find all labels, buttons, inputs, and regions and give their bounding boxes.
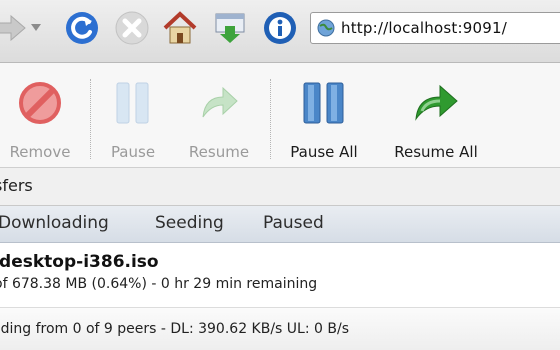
download-icon[interactable] [210,6,250,50]
dropdown-arrow-icon[interactable] [26,6,46,50]
address-text: http://localhost:9091/ [341,19,507,37]
remove-icon [8,77,72,129]
resume-all-label: Resume All [394,143,478,161]
torrent-peer-status: ading from 0 of 9 peers - DL: 390.62 KB/… [0,321,349,337]
tab-paused[interactable]: Paused [263,213,324,233]
pause-all-label: Pause All [290,143,358,161]
globe-icon [317,19,335,37]
section-title: sfers [0,176,33,195]
pause-button[interactable]: Pause [104,77,162,161]
pause-all-icon [284,77,364,129]
transfers-header: sfers [0,168,560,206]
stop-icon[interactable] [112,6,152,50]
resume-label: Resume [188,143,250,161]
pause-label: Pause [110,143,156,161]
tab-seeding[interactable]: Seeding [155,213,224,233]
resume-all-icon [388,77,484,129]
filter-bar: Downloading Seeding Paused [0,206,560,243]
torrent-name: -desktop-i386.iso [0,252,159,272]
torrent-row[interactable]: -desktop-i386.iso of 678.38 MB (0.64%) -… [0,243,560,308]
info-icon[interactable] [260,6,300,50]
tab-downloading[interactable]: Downloading [0,213,109,233]
pause-all-button[interactable]: Pause All [284,77,364,161]
torrent-status-row: ading from 0 of 9 peers - DL: 390.62 KB/… [0,308,560,350]
resume-all-button[interactable]: Resume All [388,77,484,161]
browser-toolbar: http://localhost:9091/ [0,0,560,63]
remove-button[interactable]: Remove [8,77,72,161]
separator [270,79,271,159]
pause-icon [104,77,162,129]
torrent-progress-text: of 678.38 MB (0.64%) - 0 hr 29 min remai… [0,276,318,292]
refresh-icon[interactable] [62,6,102,50]
transmission-toolbar: Remove Pause Resume Pause All Resume All [0,63,560,168]
resume-button[interactable]: Resume [184,77,254,161]
remove-label: Remove [9,143,71,161]
resume-icon [184,77,254,129]
separator [90,79,91,159]
home-icon[interactable] [160,6,200,50]
address-bar[interactable]: http://localhost:9091/ [310,12,560,44]
